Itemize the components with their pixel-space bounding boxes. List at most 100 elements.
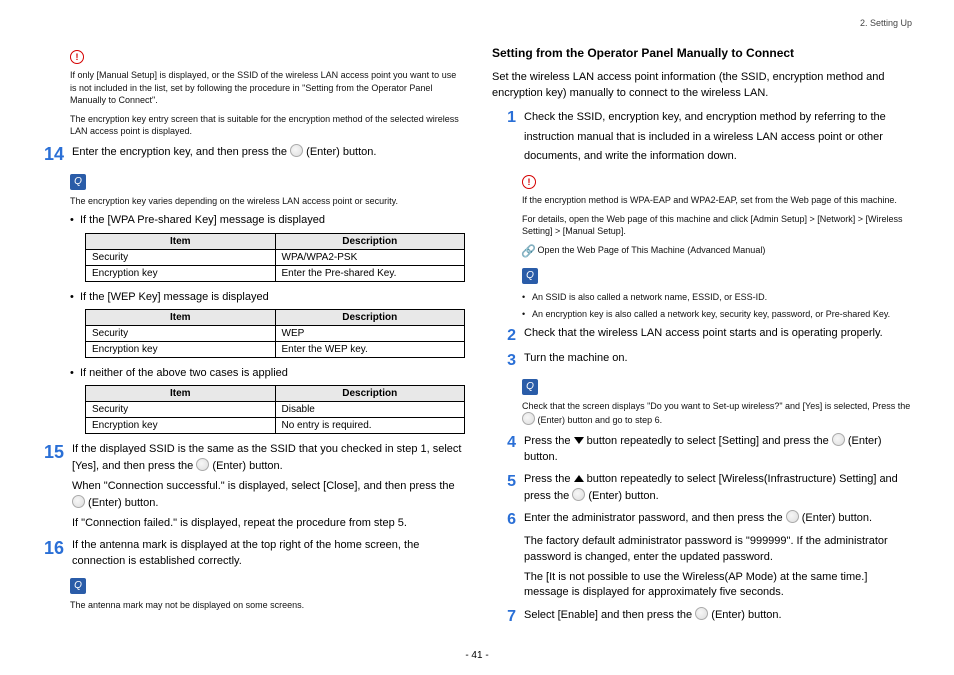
step-number: 14 (40, 144, 72, 166)
warn-r-2: For details, open the Web page of this m… (522, 213, 914, 238)
bullet-wep: If the [WEP Key] message is displayed (70, 290, 462, 305)
step-text: Press the button repeatedly to select [S… (524, 433, 914, 466)
td: Enter the Pre-shared Key. (275, 265, 465, 281)
note-icon: Q (70, 578, 86, 594)
enter-icon (572, 488, 585, 501)
note-b1: An SSID is also called a network name, E… (522, 291, 914, 304)
step-text: If the antenna mark is displayed at the … (72, 538, 462, 570)
step-2: 2 Check that the wireless LAN access poi… (492, 326, 914, 345)
warning-block-right: ! If the encryption method is WPA-EAP an… (522, 171, 914, 258)
link-icon: 🔗 (522, 245, 535, 258)
bullet-none: If neither of the above two cases is app… (70, 366, 462, 381)
note-icon: Q (522, 379, 538, 395)
left-column: ! If only [Manual Setup] is displayed, o… (40, 24, 462, 645)
t: button repeatedly to select [Setting] an… (584, 435, 832, 447)
th-item: Item (86, 233, 276, 249)
td: Security (86, 325, 276, 341)
step-6: 6 Enter the administrator password, and … (492, 510, 914, 529)
step-text-b: (Enter) button. (303, 146, 376, 158)
th-desc: Description (275, 386, 465, 402)
step-7: 7 Select [Enable] and then press the (En… (492, 607, 914, 626)
step-text: Press the button repeatedly to select [W… (524, 472, 914, 505)
note-block-16: Q The antenna mark may not be displayed … (70, 574, 462, 612)
bullet-wpa: If the [WPA Pre-shared Key] message is d… (70, 213, 462, 228)
step-text: Check the SSID, encryption key, and encr… (524, 108, 914, 167)
page-body: ! If only [Manual Setup] is displayed, o… (0, 0, 954, 675)
td: Security (86, 249, 276, 265)
warn-text-1: If only [Manual Setup] is displayed, or … (70, 69, 462, 107)
t: Press the (524, 473, 574, 485)
step-text: Enter the administrator password, and th… (524, 510, 914, 527)
td: Encryption key (86, 418, 276, 434)
note-block-r3: Q Check that the screen displays "Do you… (522, 375, 914, 427)
step-1: 1 Check the SSID, encryption key, and en… (492, 108, 914, 167)
table-wpa: ItemDescription SecurityWPA/WPA2-PSK Enc… (85, 233, 465, 282)
link-row: 🔗 Open the Web Page of This Machine (Adv… (522, 244, 914, 258)
enter-icon (522, 412, 535, 425)
enter-icon (290, 144, 303, 157)
t: (Enter) button. (85, 497, 158, 509)
td: Encryption key (86, 265, 276, 281)
t: Enter the administrator password, and th… (524, 512, 786, 524)
step-number: 4 (492, 433, 524, 452)
warning-block-left: ! If only [Manual Setup] is displayed, o… (70, 46, 462, 138)
page-number: - 41 - (0, 650, 954, 661)
th-item: Item (86, 386, 276, 402)
t: Press the (524, 435, 574, 447)
td: WEP (275, 325, 465, 341)
td: No entry is required. (275, 418, 465, 434)
note-b2: An encryption key is also called a netwo… (522, 308, 914, 321)
link-text[interactable]: Open the Web Page of This Machine (Advan… (538, 245, 766, 255)
step-number: 16 (40, 538, 72, 560)
step-number: 15 (40, 442, 72, 464)
table-wep: ItemDescription SecurityWEP Encryption k… (85, 309, 465, 358)
td: Encryption key (86, 341, 276, 357)
note-block-r1: Q An SSID is also called a network name,… (522, 264, 914, 320)
step-number: 1 (492, 108, 524, 127)
t: (Enter) button. (209, 460, 282, 472)
enter-icon (72, 495, 85, 508)
step-number: 5 (492, 472, 524, 491)
td: Disable (275, 402, 465, 418)
note-r3: Check that the screen displays "Do you w… (522, 400, 914, 427)
note-text-14: The encryption key varies depending on t… (70, 195, 462, 208)
right-column: Setting from the Operator Panel Manually… (492, 24, 914, 645)
down-triangle-icon (574, 437, 584, 444)
step-14: 14 Enter the encryption key, and then pr… (40, 144, 462, 166)
td: Enter the WEP key. (275, 341, 465, 357)
step-5: 5 Press the button repeatedly to select … (492, 472, 914, 505)
td: WPA/WPA2-PSK (275, 249, 465, 265)
step-16: 16 If the antenna mark is displayed at t… (40, 538, 462, 570)
step-number: 2 (492, 326, 524, 345)
step6-sub1: The factory default administrator passwo… (524, 534, 914, 566)
th-item: Item (86, 309, 276, 325)
step-number: 3 (492, 351, 524, 370)
enter-icon (196, 458, 209, 471)
note-icon: Q (70, 174, 86, 190)
note-text-16: The antenna mark may not be displayed on… (70, 599, 462, 612)
note-icon: Q (522, 268, 538, 284)
step15-sub2: If "Connection failed." is displayed, re… (72, 516, 462, 532)
t: (Enter) button. (585, 490, 658, 502)
step-4: 4 Press the button repeatedly to select … (492, 433, 914, 466)
section-intro: Set the wireless LAN access point inform… (492, 70, 914, 102)
step-number: 7 (492, 607, 524, 626)
step-text: If the displayed SSID is the same as the… (72, 442, 462, 475)
t: Check that the screen displays "Do you w… (522, 401, 910, 411)
step6-sub2: The [It is not possible to use the Wirel… (524, 570, 914, 602)
t: When "Connection successful." is display… (72, 480, 455, 492)
enter-icon (832, 433, 845, 446)
step-15: 15 If the displayed SSID is the same as … (40, 442, 462, 475)
step-number: 6 (492, 510, 524, 529)
step15-sub1: When "Connection successful." is display… (72, 479, 462, 512)
step-text: Turn the machine on. (524, 351, 914, 367)
step-3: 3 Turn the machine on. (492, 351, 914, 370)
td: Security (86, 402, 276, 418)
warning-icon: ! (70, 50, 84, 64)
th-desc: Description (275, 309, 465, 325)
up-triangle-icon (574, 475, 584, 482)
warning-icon: ! (522, 175, 536, 189)
t: (Enter) button. (708, 609, 781, 621)
table-none: ItemDescription SecurityDisable Encrypti… (85, 385, 465, 434)
t: Select [Enable] and then press the (524, 609, 695, 621)
